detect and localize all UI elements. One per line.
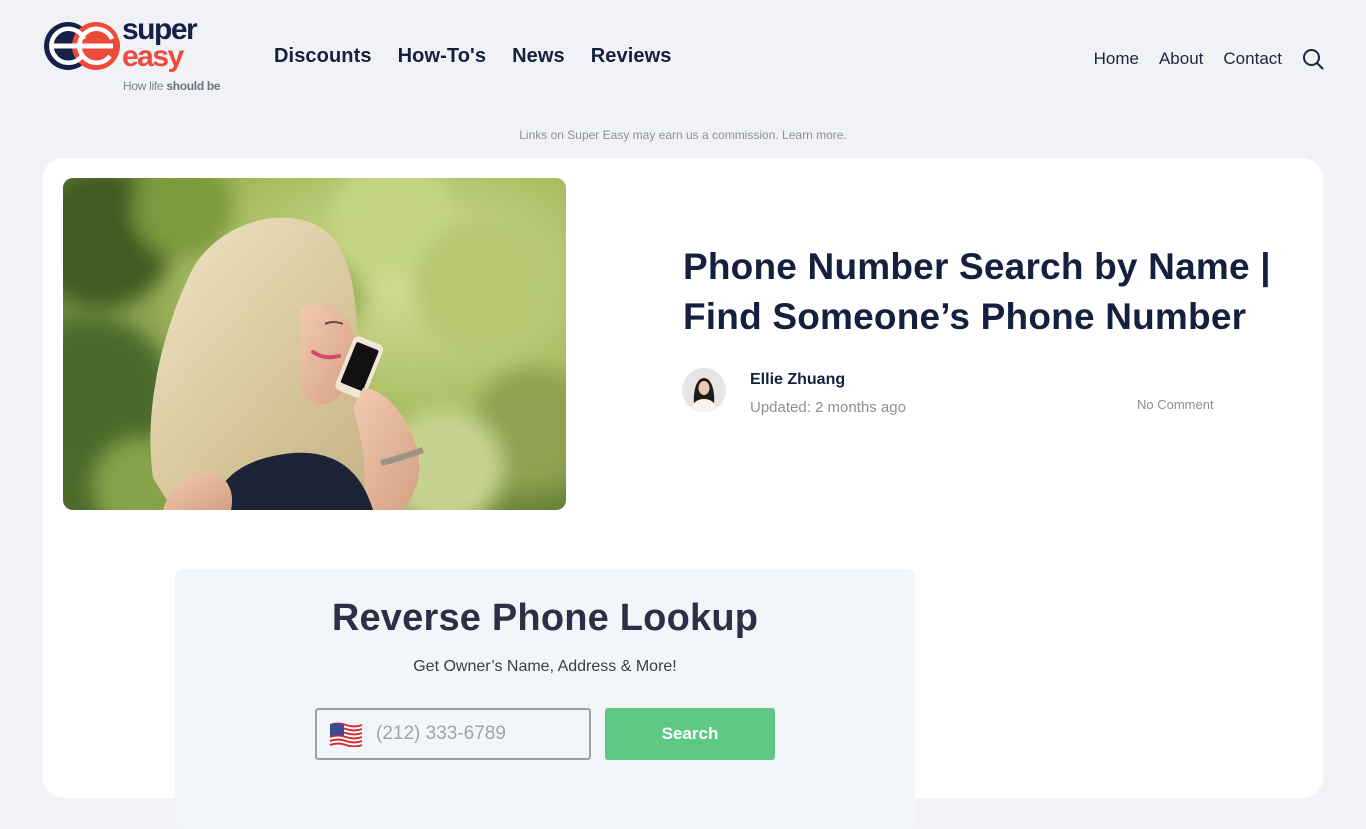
site-header: super easy How life should be Discounts … [0,0,1366,110]
updated-date: Updated: 2 months ago [750,399,906,416]
search-icon[interactable] [1302,48,1324,70]
comment-count-link[interactable]: No Comment [1137,397,1214,412]
hero-photo-woman-on-phone [63,178,566,510]
logo-wordmark: super easy [122,13,198,73]
logo-tagline: How life should be [123,79,221,93]
affiliate-disclaimer: Links on Super Easy may earn us a commis… [0,128,1366,142]
disclaimer-text: Links on Super Easy may earn us a commis… [519,128,779,142]
widget-subtitle: Get Owner’s Name, Address & More! [413,658,677,675]
nav-news[interactable]: News [512,45,565,68]
logo-word-easy: easy [122,40,184,73]
author-avatar-image [682,368,726,412]
author-name[interactable]: Ellie Zhuang [750,371,845,389]
nav-about[interactable]: About [1159,49,1203,69]
author-meta: Ellie Zhuang Updated: 2 months ago No Co… [682,368,1282,418]
nav-home[interactable]: Home [1094,49,1139,69]
nav-discounts[interactable]: Discounts [274,45,372,68]
logo-mark-icon [44,22,120,70]
article-card: Phone Number Search by Name | Find Someo… [43,158,1323,829]
nav-how-tos[interactable]: How-To's [398,45,487,68]
logo-word-super: super [122,13,198,46]
tagline-bold: should be [166,79,221,93]
nav-reviews[interactable]: Reviews [591,45,672,68]
widget-title: Reverse Phone Lookup [331,597,759,639]
search-button[interactable]: Search [605,708,775,760]
article-title: Phone Number Search by Name | Find Someo… [683,246,1271,337]
learn-more-link[interactable]: Learn more. [782,128,847,142]
tagline-prefix: How life [123,79,167,93]
reverse-phone-lookup-widget: Reverse Phone Lookup Get Owner’s Name, A… [175,569,915,829]
main-nav: Discounts How-To's News Reviews [274,45,672,68]
site-logo[interactable]: super easy How life should be [42,13,232,98]
phone-input[interactable] [376,723,576,745]
secondary-nav: Home About Contact [1094,48,1324,70]
phone-input-field[interactable] [315,708,591,760]
nav-contact[interactable]: Contact [1223,49,1282,69]
author-avatar[interactable] [682,368,726,412]
hero-image [63,178,566,510]
us-flag-icon [329,722,363,747]
